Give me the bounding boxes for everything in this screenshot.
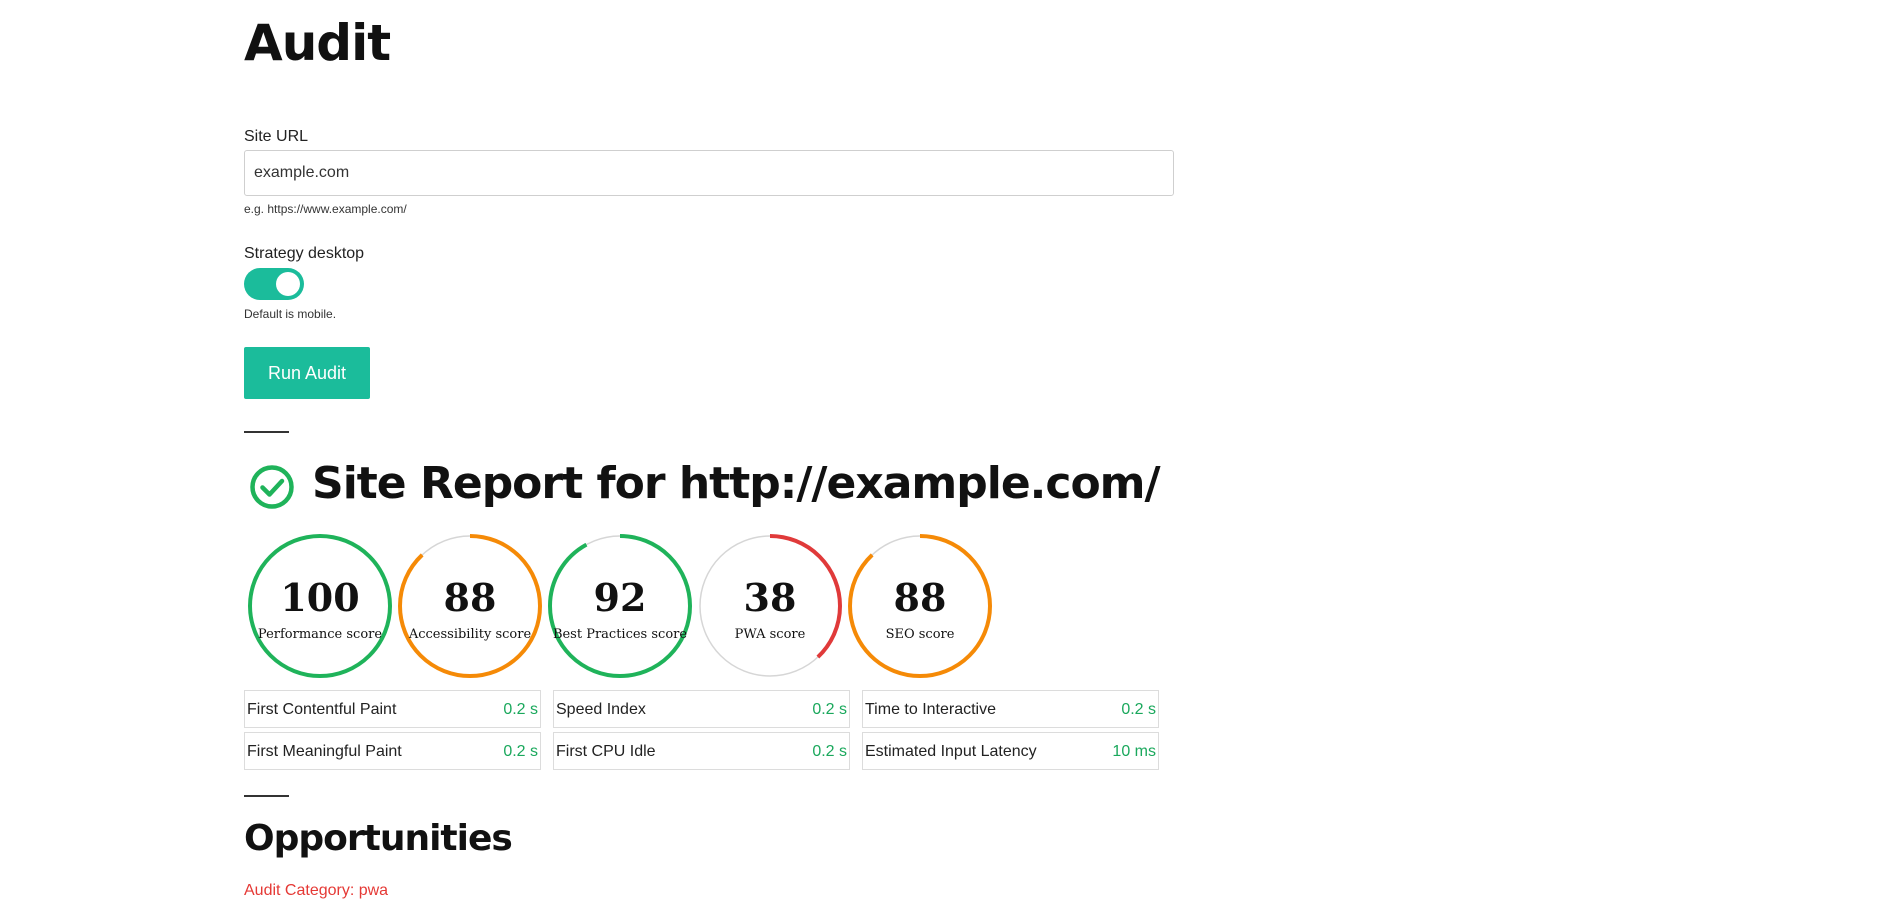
gauge-value: 92 bbox=[593, 575, 647, 620]
pwa-score-gauge: 38 PWA score bbox=[697, 533, 843, 679]
strategy-label: Strategy desktop bbox=[244, 245, 365, 262]
gauge-value: 38 bbox=[743, 575, 797, 620]
site-url-help: e.g. https://www.example.com/ bbox=[244, 202, 407, 216]
metric-speed-index: Speed Index 0.2 s bbox=[553, 690, 850, 728]
best-practices-score-gauge: 92 Best Practices score bbox=[547, 533, 693, 679]
toggle-knob bbox=[276, 272, 300, 296]
gauge-value: 88 bbox=[443, 575, 497, 620]
page-title: Audit bbox=[244, 14, 391, 72]
gauge-label: Accessibility score bbox=[408, 627, 532, 642]
divider bbox=[244, 431, 289, 433]
metric-name: Time to Interactive bbox=[865, 701, 997, 718]
metric-first-cpu-idle: First CPU Idle 0.2 s bbox=[553, 732, 850, 770]
score-gauges: 100 Performance score 88 Accessibility s… bbox=[244, 533, 1004, 679]
metric-value: 0.2 s bbox=[812, 743, 847, 760]
metric-value: 0.2 s bbox=[1121, 701, 1156, 718]
metric-first-contentful-paint: First Contentful Paint 0.2 s bbox=[244, 690, 541, 728]
gauge-value: 100 bbox=[280, 575, 360, 620]
run-audit-button[interactable]: Run Audit bbox=[244, 347, 370, 399]
metric-value: 0.2 s bbox=[812, 701, 847, 718]
accessibility-score-gauge: 88 Accessibility score bbox=[397, 533, 543, 679]
strategy-help: Default is mobile. bbox=[244, 307, 337, 321]
seo-score-gauge: 88 SEO score bbox=[847, 533, 993, 679]
check-circle-icon bbox=[249, 464, 295, 515]
metric-name: Speed Index bbox=[556, 701, 646, 718]
metric-value: 10 ms bbox=[1112, 743, 1156, 760]
opportunities-title: Opportunities bbox=[244, 818, 513, 859]
gauge-label: Performance score bbox=[257, 627, 383, 642]
metric-value: 0.2 s bbox=[503, 743, 538, 760]
metric-time-to-interactive: Time to Interactive 0.2 s bbox=[862, 690, 1159, 728]
gauge-label: SEO score bbox=[885, 627, 955, 642]
metric-estimated-input-latency: Estimated Input Latency 10 ms bbox=[862, 732, 1159, 770]
gauge-label: Best Practices score bbox=[552, 627, 688, 642]
metric-name: First CPU Idle bbox=[556, 743, 656, 760]
metric-name: Estimated Input Latency bbox=[865, 743, 1037, 760]
metric-first-meaningful-paint: First Meaningful Paint 0.2 s bbox=[244, 732, 541, 770]
report-title: Site Report for http://example.com/ bbox=[312, 458, 1161, 509]
metric-name: First Meaningful Paint bbox=[247, 743, 402, 760]
metric-value: 0.2 s bbox=[503, 701, 538, 718]
gauge-value: 88 bbox=[893, 575, 947, 620]
site-url-input[interactable] bbox=[244, 150, 1174, 196]
site-url-label: Site URL bbox=[244, 128, 309, 145]
audit-category-link[interactable]: Audit Category: pwa bbox=[244, 882, 388, 900]
gauge-label: PWA score bbox=[734, 627, 806, 642]
strategy-toggle[interactable] bbox=[244, 268, 304, 300]
metric-name: First Contentful Paint bbox=[247, 701, 397, 718]
performance-score-gauge: 100 Performance score bbox=[247, 533, 393, 679]
divider bbox=[244, 795, 289, 797]
